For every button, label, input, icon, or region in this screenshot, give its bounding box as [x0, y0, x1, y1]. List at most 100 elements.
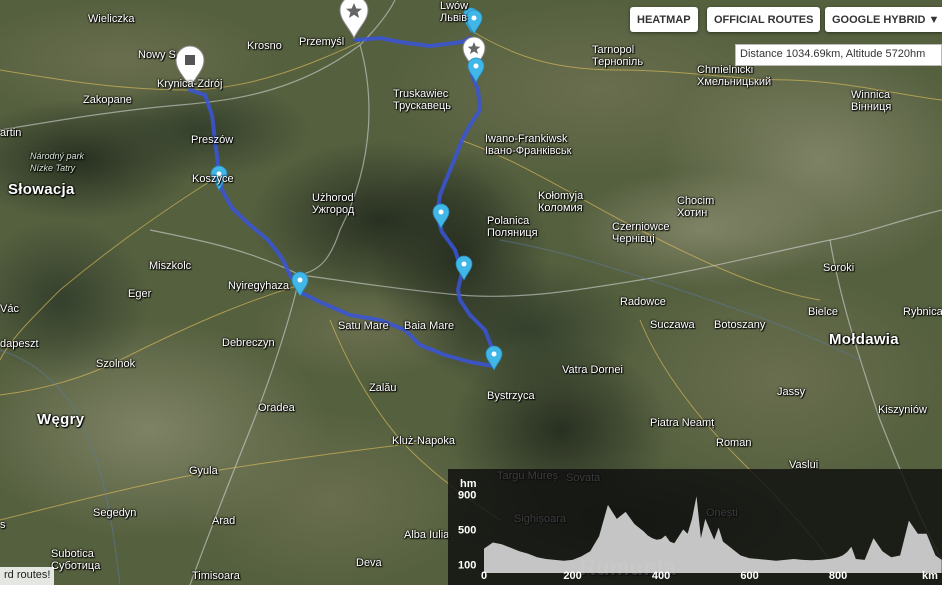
- label-tatra-park-line: Nízke Tatry: [30, 163, 76, 173]
- label-timisoara-line: Timisoara: [192, 570, 240, 582]
- label-polanica-line: Polanica: [487, 215, 530, 227]
- label-zakopane-line: Zakopane: [83, 94, 132, 106]
- map-type-select[interactable]: GOOGLE HYBRID ▼: [825, 7, 942, 32]
- label-truskawiec-line: Truskawiec: [393, 88, 449, 100]
- x-tick-label: 400: [652, 570, 670, 582]
- label-radowce: Radowce: [620, 296, 666, 308]
- elevation-profile[interactable]: hm 100 500 900 0 200 400 600 800 km: [448, 469, 942, 585]
- label-winnica-line: Winnica: [851, 89, 891, 101]
- label-oradea-line: Oradea: [258, 402, 295, 414]
- label-martin-line: artin: [0, 127, 22, 139]
- label-iwano-line: Івано-Франківськ: [485, 145, 572, 157]
- elevation-chart: hm 100 500 900 0 200 400 600 800 km: [458, 478, 942, 582]
- label-soroki: Soroki: [823, 262, 854, 274]
- label-baia-mare: Baia Mare: [404, 320, 454, 332]
- x-tick-label: 0: [481, 570, 487, 582]
- label-iwano-line: Iwano-Frankiwsk: [485, 133, 568, 145]
- label-chocim-line: Хотин: [677, 207, 708, 219]
- label-martin: artin: [0, 127, 21, 139]
- label-bielce: Bielce: [808, 306, 838, 318]
- label-jassy: Jassy: [777, 386, 805, 398]
- label-tarnopol-line: Tarnopol: [592, 44, 635, 56]
- label-slowacja: Słowacja: [8, 181, 75, 198]
- label-krosno-line: Krosno: [247, 40, 282, 52]
- label-lwow-line: Львів: [440, 12, 468, 24]
- label-vac: Vác: [0, 303, 19, 315]
- label-wieliczka-line: Wieliczka: [88, 13, 135, 25]
- label-roman-line: Roman: [716, 437, 752, 449]
- label-truskawiec: Truskawiec Трускавець: [393, 88, 451, 112]
- label-bystrzyca-line: Bystrzyca: [487, 390, 535, 402]
- label-krynica: Krynica-Zdrój: [157, 78, 222, 90]
- label-kiszyniow: Kiszyniów: [878, 404, 927, 416]
- label-gyula: Gyula: [189, 465, 218, 477]
- label-lwow: Lwów Львів: [440, 0, 468, 24]
- label-chocim: Chocim Хотин: [677, 195, 714, 219]
- label-eger: Eger: [128, 288, 151, 300]
- label-kiszyniow-line: Kiszyniów: [878, 404, 927, 416]
- label-truskawiec-line: Трускавець: [393, 100, 452, 112]
- label-suczawa: Suczawa: [650, 319, 695, 331]
- label-vac-line: Vác: [0, 303, 19, 315]
- label-oradea: Oradea: [258, 402, 295, 414]
- label-bekes-line: s: [0, 519, 6, 531]
- label-czerniowce-line: Czerniowce: [612, 221, 670, 233]
- label-rybnica: Rybnica: [903, 306, 942, 318]
- label-zalau: Zalău: [369, 382, 397, 394]
- label-iwano: Iwano-Frankiwsk Івано-Франківськ: [485, 133, 571, 157]
- label-vatra-dornei-line: Vatra Dornei: [562, 364, 623, 376]
- x-tick-label: 800: [829, 570, 847, 582]
- label-tatra-park-line: Národný park: [30, 151, 85, 161]
- label-subotica-line: Суботица: [51, 560, 101, 572]
- label-piatra-neamt-line: Piatra Neamț: [650, 417, 715, 429]
- label-czerniowce-line: Чернівці: [612, 233, 655, 245]
- x-tick-label: 200: [563, 570, 581, 582]
- label-timisoara: Timisoara: [192, 570, 240, 582]
- label-winnica-line: Вінниця: [851, 101, 892, 113]
- label-jassy-line: Jassy: [777, 386, 806, 398]
- label-nowy-sacz-line: Nowy S: [138, 49, 176, 61]
- y-tick-label: 500: [458, 524, 476, 536]
- label-krosno: Krosno: [247, 40, 282, 52]
- label-subotica: Subotica Суботица: [51, 548, 100, 572]
- label-miszkolc-line: Miszkolc: [149, 260, 192, 272]
- label-kolomyja: Kołomyja Коломия: [538, 190, 583, 214]
- label-presov: Preszów: [191, 134, 233, 146]
- label-tatra-park: Národný park Nízke Tatry: [30, 150, 84, 174]
- label-budapeszt-line: dapeszt: [0, 338, 39, 350]
- label-slowacja-line: Słowacja: [8, 181, 75, 198]
- y-tick-label: 900: [458, 489, 476, 501]
- label-botoszany-line: Botoszany: [714, 319, 766, 331]
- label-segedyn-line: Segedyn: [93, 507, 137, 519]
- label-chmielnicki-line: Хмельницький: [697, 76, 772, 88]
- label-tarnopol: Tarnopol Тернопіль: [592, 44, 643, 68]
- label-botoszany: Botoszany: [714, 319, 765, 331]
- label-piatra-neamt: Piatra Neamț: [650, 417, 714, 429]
- label-satu-mare-line: Satu Mare: [338, 320, 389, 332]
- label-miszkolc: Miszkolc: [149, 260, 191, 272]
- label-przemysl-line: Przemyśl: [299, 36, 345, 48]
- label-alba-iulia-line: Alba Iulia: [404, 529, 450, 541]
- official-routes-button[interactable]: OFFICIAL ROUTES: [707, 7, 821, 32]
- label-chocim-line: Chocim: [677, 195, 715, 207]
- status-text: rd routes!: [0, 567, 55, 585]
- heatmap-button[interactable]: HEATMAP: [630, 7, 698, 32]
- label-arad: Arad: [212, 515, 235, 527]
- label-baia-mare-line: Baia Mare: [404, 320, 455, 332]
- label-uzhorod-line: Użhorod: [312, 192, 354, 204]
- label-satu-mare: Satu Mare: [338, 320, 389, 332]
- label-moldawia-line: Mołdawia: [829, 331, 899, 348]
- label-gyula-line: Gyula: [189, 465, 218, 477]
- label-radowce-line: Radowce: [620, 296, 666, 308]
- label-polanica-line: Поляниця: [487, 227, 538, 239]
- label-tarnopol-line: Тернопіль: [592, 56, 644, 68]
- label-szolnok: Szolnok: [96, 358, 135, 370]
- label-przemysl: Przemyśl: [299, 36, 344, 48]
- label-chmielnicki: Chmielnicki Хмельницький: [697, 64, 771, 88]
- label-krynica-line: Krynica-Zdrój: [157, 78, 223, 90]
- label-zalau-line: Zalău: [369, 382, 397, 394]
- label-alba-iulia: Alba Iulia: [404, 529, 449, 541]
- label-nowy-sacz: Nowy S: [138, 49, 176, 61]
- label-presov-line: Preszów: [191, 134, 234, 146]
- label-deva: Deva: [356, 557, 382, 569]
